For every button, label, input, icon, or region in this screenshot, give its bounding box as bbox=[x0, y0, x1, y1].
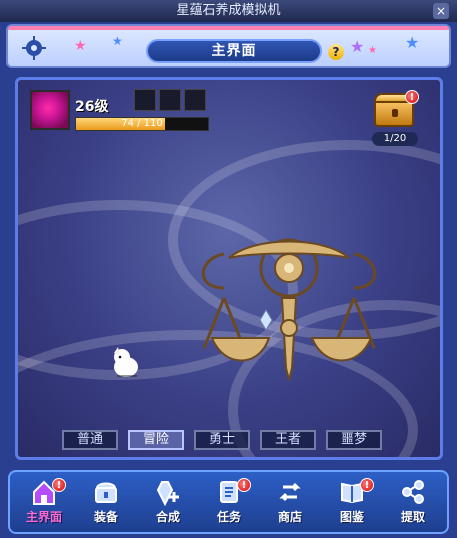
chest-count: 1/20 bbox=[372, 132, 418, 146]
xp-text: 74 / 110 bbox=[121, 118, 163, 129]
libra-boss-sprite bbox=[201, 238, 377, 381]
skill-slot[interactable] bbox=[134, 89, 156, 111]
share-icon bbox=[402, 480, 424, 504]
help-button[interactable]: ? bbox=[328, 44, 344, 60]
exchange-icon bbox=[279, 482, 301, 502]
nav-label: 图鉴 bbox=[339, 510, 364, 524]
title-bar: 星蕴石养成模拟机 × bbox=[0, 0, 457, 22]
skill-slot[interactable] bbox=[184, 89, 206, 111]
star-icon: ★ bbox=[368, 45, 377, 56]
header-accent-line bbox=[8, 26, 449, 30]
xp-bar: 74 / 110 bbox=[75, 117, 209, 131]
chest-lock-icon bbox=[392, 109, 398, 117]
tab-warrior[interactable]: 勇士 bbox=[194, 430, 250, 450]
header-bar: ★ ★ 主界面 ? ★ ★ ★ bbox=[6, 24, 451, 68]
star-icon: ★ bbox=[112, 34, 123, 48]
close-button[interactable]: × bbox=[433, 3, 449, 19]
crystal-plus-icon bbox=[156, 481, 179, 506]
nav-alert-icon: ! bbox=[52, 478, 66, 492]
star-icon: ★ bbox=[350, 37, 365, 56]
nav-item-tasks[interactable]: 任务 ! bbox=[201, 478, 257, 530]
skill-slot[interactable] bbox=[159, 89, 181, 111]
nav-item-shop[interactable]: 商店 bbox=[262, 478, 318, 530]
nav-label: 装备 bbox=[93, 510, 118, 524]
page-title: 主界面 bbox=[146, 39, 322, 63]
avatar[interactable] bbox=[30, 90, 70, 130]
game-window: 星蕴石养成模拟机 × ★ ★ 主界面 ? ★ ★ ★ 26级 74 / 110 … bbox=[0, 0, 457, 538]
nav-label: 任务 bbox=[216, 510, 241, 524]
nav-item-extract[interactable]: 提取 bbox=[385, 478, 441, 530]
tab-king[interactable]: 王者 bbox=[260, 430, 316, 450]
nav-label: 主界面 bbox=[25, 510, 62, 524]
nav-label: 提取 bbox=[400, 510, 425, 524]
player-level: 26级 bbox=[75, 99, 109, 115]
tab-normal[interactable]: 普通 bbox=[62, 430, 118, 450]
nav-item-codex[interactable]: 图鉴 ! bbox=[324, 478, 380, 530]
nav-item-synthesis[interactable]: 合成 bbox=[140, 478, 196, 530]
difficulty-tabs: 普通 冒险 勇士 王者 噩梦 bbox=[62, 430, 382, 452]
bottom-navigation: 主界面 ! 装备 合成 任务 ! 商店 图鉴 ! 提取 bbox=[8, 470, 449, 534]
nav-label: 商店 bbox=[277, 510, 302, 524]
nav-item-home[interactable]: 主界面 ! bbox=[16, 478, 72, 530]
star-icon: ★ bbox=[74, 38, 87, 54]
chest-alert-icon: ! bbox=[405, 90, 419, 104]
nav-alert-icon: ! bbox=[360, 478, 374, 492]
star-icon: ★ bbox=[405, 33, 420, 52]
gear-badge-icon bbox=[22, 36, 46, 60]
chest-icon bbox=[95, 482, 117, 503]
nav-alert-icon: ! bbox=[237, 478, 251, 492]
nav-label: 合成 bbox=[155, 510, 180, 524]
pet-sprite bbox=[114, 347, 138, 377]
window-title: 星蕴石养成模拟机 bbox=[176, 3, 281, 18]
tab-nightmare[interactable]: 噩梦 bbox=[326, 430, 382, 450]
tab-adventure[interactable]: 冒险 bbox=[128, 430, 184, 450]
nav-item-equipment[interactable]: 装备 bbox=[78, 478, 134, 530]
